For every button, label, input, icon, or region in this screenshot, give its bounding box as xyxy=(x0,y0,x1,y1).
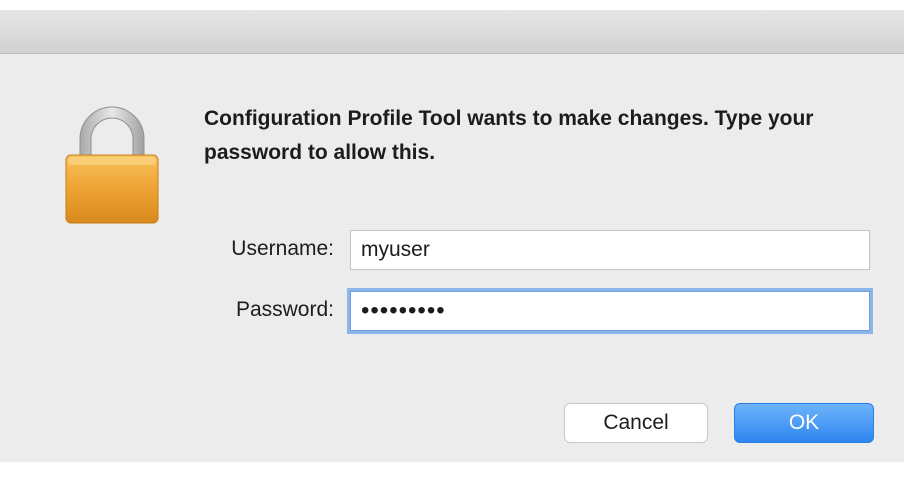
username-field[interactable] xyxy=(350,230,870,270)
authentication-dialog: Configuration Profile Tool wants to make… xyxy=(0,54,904,462)
username-label: Username: xyxy=(231,237,334,260)
dialog-message: Configuration Profile Tool wants to make… xyxy=(204,107,814,164)
cancel-button[interactable]: Cancel xyxy=(564,403,708,443)
window-titlebar[interactable] xyxy=(0,10,904,54)
password-label: Password: xyxy=(235,298,334,321)
ok-button[interactable]: OK xyxy=(734,403,874,443)
password-field[interactable] xyxy=(350,291,870,331)
lock-icon xyxy=(62,105,162,225)
